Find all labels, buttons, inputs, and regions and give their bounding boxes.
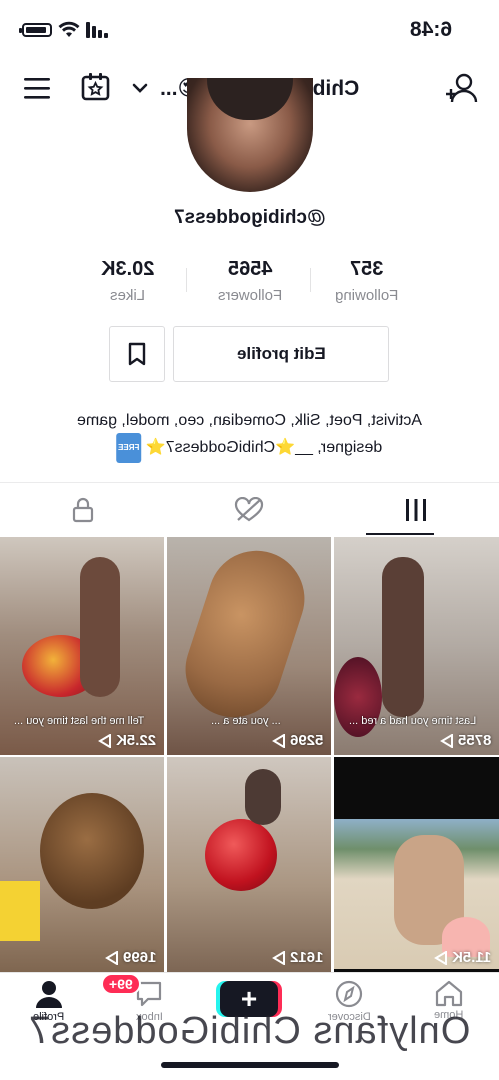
active-tab-indicator — [366, 533, 434, 535]
profile-icon — [36, 981, 62, 1008]
calendar-star-icon[interactable] — [81, 72, 111, 102]
compass-icon — [335, 980, 363, 1008]
free-badge: FREE — [116, 433, 142, 463]
signal-icon — [86, 22, 108, 38]
tab-videos[interactable] — [333, 483, 499, 537]
stat-followers[interactable]: 4565 Followers — [190, 258, 310, 304]
video-caption: Tell me the last time you ... — [13, 715, 145, 727]
video-view-count: 22.5K — [115, 732, 156, 749]
grid-icon — [406, 499, 426, 521]
stat-divider — [310, 268, 311, 292]
bio-line: Activist, Poet, Silk, Comedian, ceo, mod… — [76, 412, 423, 429]
stat-value: 357 — [350, 258, 384, 280]
edit-profile-button[interactable]: Edit profile — [173, 326, 389, 382]
video-thumbnail[interactable]: Last time you had a red ... 8755 — [334, 537, 499, 755]
video-thumbnail[interactable]: 1699 — [0, 757, 164, 972]
favorites-button[interactable] — [109, 326, 165, 382]
play-icon — [271, 733, 285, 748]
stat-value: 20.3K — [101, 258, 155, 280]
chevron-down-icon[interactable] — [132, 82, 148, 94]
video-thumbnail[interactable]: ... you ate a ... 5296 — [167, 537, 331, 755]
stat-likes[interactable]: 20.3K Likes — [68, 258, 188, 304]
bio-line: designer, __⭐ChibiGoddess7⭐ — [146, 439, 383, 457]
play-icon — [439, 733, 453, 748]
lock-icon — [72, 497, 94, 523]
menu-icon[interactable] — [24, 78, 52, 100]
video-view-count: 8755 — [457, 732, 491, 749]
tab-liked[interactable] — [166, 483, 332, 537]
stat-value: 4565 — [227, 258, 273, 280]
video-thumbnail[interactable]: 11.5K — [334, 757, 499, 972]
video-view-count: 11.5K — [451, 949, 491, 966]
status-bar: 6:48 — [0, 0, 499, 62]
profile-handle: @chibigoddess7 — [173, 207, 326, 228]
status-time: 6:48 — [410, 18, 453, 41]
video-thumbnail[interactable]: Tell me the last time you ... 22.5K — [0, 537, 164, 755]
profile-tabs — [0, 482, 499, 536]
add-user-icon[interactable] — [444, 72, 478, 106]
stat-following[interactable]: 357 Following — [307, 258, 427, 304]
play-icon — [98, 733, 111, 748]
video-caption: Last time you had a red ... — [349, 715, 477, 727]
video-view-count: 5296 — [289, 732, 323, 749]
stat-label: Followers — [217, 287, 283, 304]
bookmark-icon — [128, 342, 146, 366]
video-view-count: 1699 — [122, 949, 156, 966]
tab-private[interactable] — [0, 483, 166, 537]
video-caption: ... you ate a ... — [211, 715, 281, 727]
play-icon — [104, 950, 118, 965]
battery-icon — [19, 23, 52, 37]
play-icon — [433, 950, 447, 965]
stat-label: Likes — [110, 287, 146, 304]
video-view-count: 1612 — [289, 949, 323, 966]
home-icon — [435, 980, 463, 1007]
hidden-heart-icon — [234, 497, 264, 522]
avatar[interactable] — [187, 78, 313, 192]
video-thumbnail[interactable]: 1612 — [167, 757, 331, 972]
play-icon — [271, 950, 285, 965]
inbox-badge: 99+ — [101, 973, 141, 995]
wifi-icon — [58, 21, 80, 37]
profile-bio: Activist, Poet, Silk, Comedian, ceo, mod… — [0, 409, 499, 463]
watermark-text: Onlyfans ChibiGoddess7 — [28, 1010, 471, 1052]
stat-label: Following — [335, 287, 399, 304]
home-indicator — [161, 1062, 339, 1068]
